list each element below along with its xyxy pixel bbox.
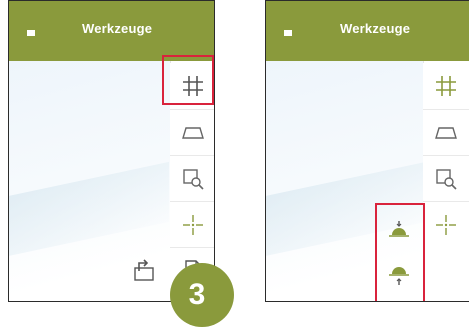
area-measure-icon [434,125,458,141]
crosshair-button[interactable] [423,201,469,247]
area-measure-icon [181,125,205,141]
phone-screen-right: Werkzeuge [265,0,469,302]
title-bar: Werkzeuge [9,1,214,61]
zoom-rectangle-button[interactable] [423,155,469,201]
zoom-rectangle-button[interactable] [170,155,214,201]
phone-screen-left: Werkzeuge [8,0,215,302]
area-measure-button[interactable] [423,109,469,155]
crosshair-icon [435,214,457,236]
zoom-rectangle-icon [435,168,457,190]
menu-icon[interactable] [284,30,292,36]
sunrise-button[interactable] [376,253,422,299]
sunrise-icon [387,264,411,288]
crosshair-icon [182,214,204,236]
title-bar: Werkzeuge [266,1,469,61]
area-measure-button[interactable] [170,109,214,155]
title: Werkzeuge [82,21,153,36]
zoom-rectangle-icon [182,168,204,190]
grid-button[interactable] [170,63,214,109]
sunset-icon [387,219,411,241]
menu-icon[interactable] [27,30,35,36]
title: Werkzeuge [340,21,411,36]
step-badge: 3 [170,263,234,327]
map-terrain [9,161,169,261]
grid-icon [435,75,457,97]
grid-icon [182,75,204,97]
crosshair-button[interactable] [170,201,214,247]
export-icon [132,259,156,281]
export-button[interactable] [121,247,167,293]
grid-button[interactable] [423,63,469,109]
sunset-button[interactable] [376,207,422,253]
